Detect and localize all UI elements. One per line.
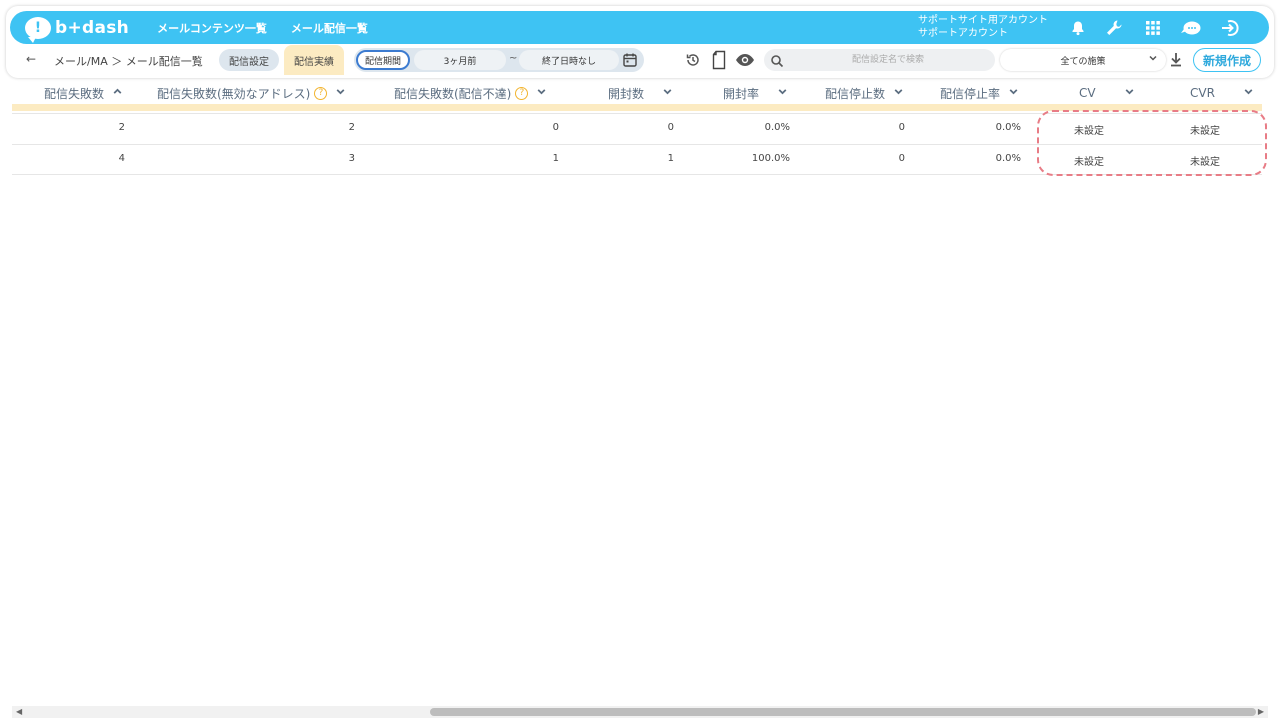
account-line-2: サポートアカウント	[918, 28, 1008, 39]
table-bottom-border	[12, 174, 1262, 175]
eye-icon[interactable]	[735, 50, 755, 70]
search-icon	[770, 53, 784, 68]
scroll-right-arrow-icon[interactable]: ▶	[1258, 707, 1264, 716]
chevron-down-icon[interactable]	[662, 86, 673, 100]
wrench-icon[interactable]	[1103, 11, 1125, 44]
download-icon[interactable]	[1168, 51, 1184, 69]
history-icon[interactable]	[683, 50, 703, 70]
back-arrow-icon[interactable]: ←	[26, 52, 36, 66]
column-header-cvr[interactable]: CVR	[1190, 84, 1254, 102]
column-header-unsubscribe-rate[interactable]: 配信停止率	[940, 84, 1019, 102]
cell-opened: 1	[667, 153, 674, 164]
cell-unsubscribed: 0	[898, 153, 905, 164]
chevron-down-icon[interactable]	[1124, 86, 1135, 100]
logout-icon[interactable]	[1218, 11, 1242, 44]
table-row[interactable]: 4 3 1 1 100.0% 0 0.0% 未設定 未設定	[12, 144, 1262, 173]
cell-open-rate: 100.0%	[751, 153, 790, 164]
period-start-field[interactable]: 3ヶ月前	[414, 50, 506, 70]
campaign-select-value: 全ての施策	[1060, 56, 1106, 67]
cell-cv: 未設定	[1074, 126, 1104, 137]
cell-failed-invalid: 2	[348, 122, 355, 133]
cell-unsubscribe-rate: 0.0%	[995, 122, 1021, 133]
period-label[interactable]: 配信期間	[356, 50, 410, 70]
column-header-unsubscribed[interactable]: 配信停止数	[825, 84, 904, 102]
scrollbar-thumb[interactable]	[430, 708, 1256, 716]
bell-icon[interactable]	[1067, 11, 1089, 44]
cell-failed-undelivered: 1	[552, 153, 559, 164]
column-header-opened[interactable]: 開封数	[608, 84, 673, 102]
scroll-left-arrow-icon[interactable]: ◀	[16, 707, 22, 716]
chevron-down-icon	[1148, 53, 1158, 66]
chevron-down-icon[interactable]	[536, 86, 547, 100]
chevron-down-icon[interactable]	[777, 86, 788, 100]
copy-document-icon[interactable]	[709, 49, 729, 71]
cell-opened: 0	[667, 122, 674, 133]
column-header-failed[interactable]: 配信失敗数	[44, 84, 123, 102]
logo-bubble-icon: !	[25, 16, 51, 43]
nav-mail-contents[interactable]: メールコンテンツ一覧	[157, 20, 267, 36]
breadcrumb: メール/MA ＞ メール配信一覧	[54, 55, 203, 68]
cell-unsubscribed: 0	[898, 122, 905, 133]
chevron-down-icon[interactable]	[1243, 86, 1254, 100]
chevron-down-icon[interactable]	[893, 86, 904, 100]
cell-failed: 4	[118, 153, 125, 164]
column-header-cv[interactable]: CV	[1079, 84, 1135, 102]
help-icon[interactable]: ?	[314, 86, 328, 100]
logo-text: b+dash	[55, 17, 130, 38]
tab-delivery-setting[interactable]: 配信設定	[219, 49, 279, 71]
calendar-icon[interactable]	[622, 52, 638, 68]
column-header-failed-invalid[interactable]: 配信失敗数(無効なアドレス) ?	[157, 84, 346, 102]
cell-cvr: 未設定	[1190, 126, 1220, 137]
search-box	[764, 49, 995, 71]
cell-failed-invalid: 3	[348, 153, 355, 164]
account-line-1: サポートサイト用アカウント	[918, 15, 1048, 26]
period-tilde: ~	[509, 53, 518, 64]
period-filter: 配信期間 3ヶ月前 ~ 終了日時なし	[354, 48, 644, 72]
search-input[interactable]	[788, 52, 988, 68]
horizontal-scrollbar[interactable]: ◀ ▶	[12, 706, 1268, 718]
cell-cv: 未設定	[1074, 157, 1104, 168]
chat-icon[interactable]	[1178, 11, 1204, 44]
cell-failed: 2	[118, 122, 125, 133]
help-icon[interactable]: ?	[515, 86, 529, 100]
chevron-down-icon[interactable]	[1008, 86, 1019, 100]
campaign-select[interactable]: 全ての施策	[1000, 49, 1166, 71]
table-row[interactable]: 2 2 0 0 0.0% 0 0.0% 未設定 未設定	[12, 113, 1262, 142]
cell-failed-undelivered: 0	[552, 122, 559, 133]
grid-icon[interactable]	[1142, 11, 1164, 44]
header-underline	[12, 104, 1262, 111]
nav-mail-delivery[interactable]: メール配信一覧	[291, 20, 368, 36]
column-header-failed-undelivered[interactable]: 配信失敗数(配信不達) ?	[394, 84, 547, 102]
column-header-open-rate[interactable]: 開封率	[723, 84, 788, 102]
table-header: 配信失敗数 配信失敗数(無効なアドレス) ? 配信失敗数(配信不達) ? 開封数…	[12, 80, 1262, 104]
chevron-down-icon[interactable]	[335, 86, 346, 100]
sub-toolbar: ← メール/MA ＞ メール配信一覧 配信設定 配信実績 配信期間 3ヶ月前 ~…	[10, 45, 1269, 75]
new-create-button[interactable]: 新規作成	[1193, 48, 1261, 72]
tab-delivery-result[interactable]: 配信実績	[284, 45, 344, 75]
cell-unsubscribe-rate: 0.0%	[995, 153, 1021, 164]
account-info[interactable]: サポートサイト用アカウント サポートアカウント	[918, 14, 1048, 40]
sort-up-icon[interactable]	[112, 86, 123, 100]
logo[interactable]: ! b+dash	[25, 16, 130, 43]
cell-cvr: 未設定	[1190, 157, 1220, 168]
top-header: ! b+dash メールコンテンツ一覧 メール配信一覧 サポートサイト用アカウン…	[10, 11, 1269, 44]
period-end-field[interactable]: 終了日時なし	[519, 50, 619, 70]
cell-open-rate: 0.0%	[764, 122, 790, 133]
